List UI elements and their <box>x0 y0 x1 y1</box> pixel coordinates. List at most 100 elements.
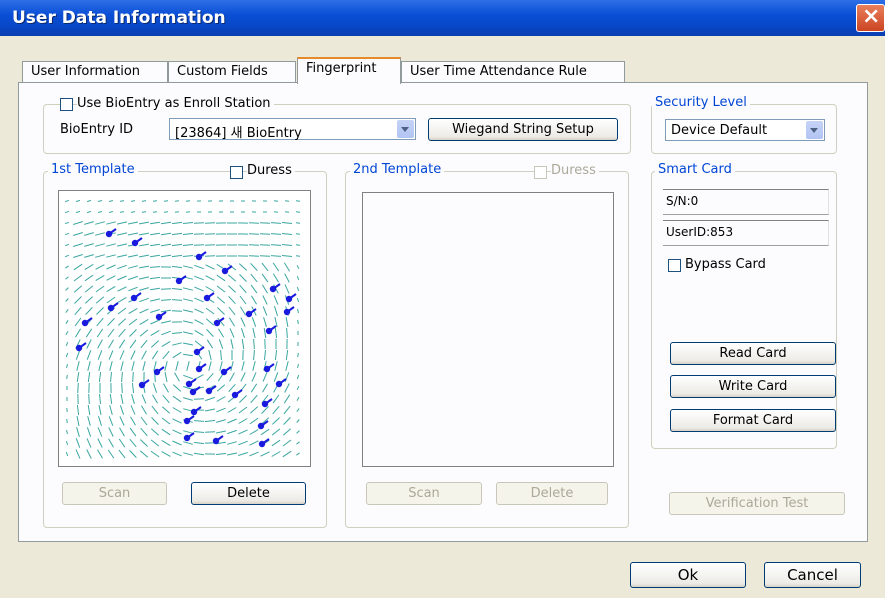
ridge-mark <box>86 438 92 448</box>
ok-button[interactable]: Ok <box>630 562 746 588</box>
ridge-mark <box>194 297 204 303</box>
tab-custom-fields[interactable]: Custom Fields <box>168 61 296 82</box>
ridge-mark <box>183 397 193 401</box>
ridge-mark <box>95 264 105 270</box>
ridge-mark <box>206 339 214 349</box>
ridge-mark <box>128 232 138 236</box>
ridge-mark <box>238 452 248 456</box>
ridge-mark <box>152 394 158 404</box>
format-card-button[interactable]: Format Card <box>670 409 836 432</box>
chevron-down-icon[interactable] <box>397 120 414 138</box>
ridge-mark <box>151 350 159 360</box>
ridge-mark <box>86 210 92 214</box>
ridge-mark <box>95 285 105 293</box>
template2-duress-checkbox[interactable] <box>534 166 547 179</box>
wiegand-string-setup-button[interactable]: Wiegand String Setup <box>428 118 618 141</box>
ridge-mark <box>150 319 160 325</box>
ridge-mark <box>73 254 83 258</box>
ridge-mark <box>230 361 234 371</box>
cancel-button[interactable]: Cancel <box>764 562 861 588</box>
ridge-mark <box>183 374 193 380</box>
ridge-mark <box>84 243 94 247</box>
ridge-mark <box>66 374 68 380</box>
ridge-mark <box>216 430 226 434</box>
ridge-mark <box>108 200 114 202</box>
ridge-mark <box>204 419 216 423</box>
ridge-mark <box>270 255 282 257</box>
ridge-mark <box>206 329 214 337</box>
ridge-mark <box>107 449 115 459</box>
ridge-mark <box>98 361 102 371</box>
ridge-mark <box>295 255 301 257</box>
ridge-mark <box>182 255 194 257</box>
tab-user-information[interactable]: User Information <box>22 61 168 82</box>
tab-user-time-attendance-rule[interactable]: User Time Attendance Rule <box>401 61 625 82</box>
template1-delete-button[interactable]: Delete <box>191 482 306 505</box>
ridge-mark <box>119 416 125 426</box>
ridge-mark <box>162 394 170 404</box>
ridge-mark <box>119 350 125 360</box>
ridge-mark <box>193 222 205 224</box>
ridge-mark <box>216 396 226 402</box>
ridge-mark <box>274 327 278 339</box>
ridge-mark <box>161 309 171 313</box>
ridge-mark <box>121 382 123 394</box>
ridge-mark <box>261 273 269 283</box>
ridge-mark <box>85 328 93 338</box>
bypass-card-checkbox[interactable] <box>668 259 681 272</box>
ridge-mark <box>172 429 182 435</box>
ridge-mark <box>107 318 115 326</box>
ridge-mark <box>108 427 114 437</box>
security-level-select[interactable]: Device Default <box>665 119 825 141</box>
bioentry-id-label: BioEntry ID <box>60 122 134 137</box>
ridge-mark <box>130 416 136 426</box>
ridge-mark <box>194 308 204 314</box>
ridge-mark <box>182 320 194 324</box>
ridge-mark <box>64 232 70 236</box>
ridge-mark <box>295 200 301 202</box>
ridge-mark <box>128 286 138 292</box>
ridge-mark <box>139 308 149 314</box>
bioentry-id-select[interactable]: [23864] 새 BioEntry <box>169 118 416 141</box>
use-bioentry-checkbox[interactable] <box>60 98 73 111</box>
ridge-mark <box>139 265 149 269</box>
template1-duress-checkbox[interactable] <box>230 166 243 179</box>
template2-group: 2nd Template Duress Scan Delete <box>345 162 629 528</box>
ridge-mark <box>229 328 235 338</box>
chevron-down-icon[interactable] <box>806 121 823 139</box>
ridge-mark <box>152 383 158 393</box>
ridge-mark <box>249 429 259 435</box>
ridge-mark <box>163 211 169 213</box>
ridge-mark <box>77 382 79 394</box>
ridge-mark <box>194 340 204 348</box>
ridge-mark <box>131 361 135 371</box>
template2-scan-button[interactable]: Scan <box>366 482 482 505</box>
ridge-mark <box>296 430 300 434</box>
write-card-button[interactable]: Write Card <box>670 375 836 398</box>
ridge-mark <box>129 438 137 448</box>
ridge-mark <box>65 352 69 358</box>
template2-delete-button[interactable]: Delete <box>496 482 608 505</box>
ridge-mark <box>76 416 80 426</box>
ridge-mark <box>160 221 172 225</box>
ridge-mark <box>250 273 258 283</box>
ridge-mark <box>283 394 291 404</box>
template1-scan-button[interactable]: Scan <box>62 482 167 505</box>
ridge-mark <box>65 298 69 302</box>
ridge-mark <box>273 372 279 382</box>
title-bar[interactable]: User Data Information × <box>0 0 885 36</box>
verification-test-button[interactable]: Verification Test <box>669 492 845 515</box>
ridge-mark <box>140 416 148 426</box>
tab-fingerprint[interactable]: Fingerprint <box>297 57 401 84</box>
ridge-mark <box>84 296 94 304</box>
ridge-mark <box>97 427 103 437</box>
ridge-mark <box>87 361 91 371</box>
ridge-mark <box>172 451 182 457</box>
tab-label: User Information <box>31 64 141 79</box>
read-card-button[interactable]: Read Card <box>670 342 836 365</box>
ridge-mark <box>216 274 226 282</box>
ridge-mark <box>106 243 116 247</box>
ridge-mark <box>274 361 278 371</box>
ridge-mark <box>271 428 281 436</box>
close-button[interactable]: × <box>856 4 885 32</box>
